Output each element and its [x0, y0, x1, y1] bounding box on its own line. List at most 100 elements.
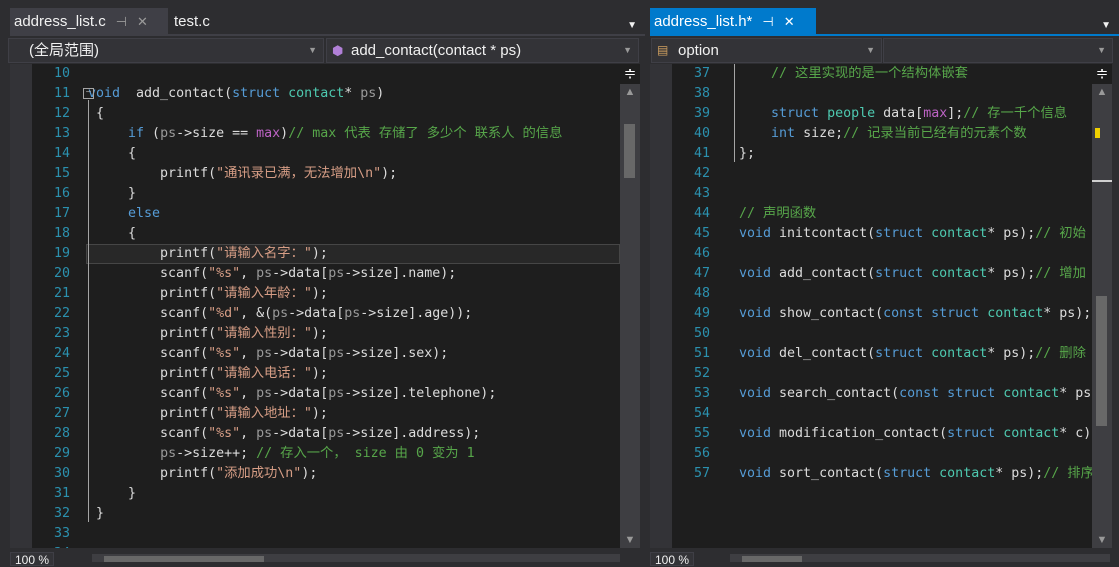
- code-line[interactable]: void sort_contact(struct contact* ps);//…: [739, 464, 1092, 484]
- vertical-scrollbar[interactable]: ≑ ▲ ▼: [620, 64, 640, 548]
- code-token: // 删除: [1035, 346, 1086, 361]
- code-line[interactable]: ps->size++; // 存入一个， size 由 0 变为 1: [88, 444, 475, 464]
- outline-guide: [734, 64, 735, 162]
- code-line[interactable]: void add_contact(struct contact* ps);// …: [739, 264, 1086, 284]
- code-line[interactable]: {: [88, 224, 136, 244]
- tab-list-dropdown-icon[interactable]: ▼: [1101, 20, 1111, 31]
- code-line[interactable]: void show_contact(const struct contact* …: [739, 304, 1091, 324]
- code-token: struct: [931, 306, 980, 321]
- code-line[interactable]: printf("请输入电话：");: [88, 364, 328, 384]
- code-token: ps: [328, 426, 345, 441]
- close-icon[interactable]: ✕: [137, 14, 148, 29]
- splitter-icon[interactable]: ≑: [1092, 64, 1112, 84]
- line-number: 20: [53, 266, 70, 281]
- code-line[interactable]: struct people data[max];// 存一千个信息: [739, 104, 1067, 124]
- code-line[interactable]: scanf("%d", &(ps->data[ps->size].age));: [88, 304, 472, 324]
- collapse-icon[interactable]: −: [83, 88, 94, 99]
- scroll-thumb[interactable]: [104, 556, 264, 562]
- member-dropdown[interactable]: ▼: [883, 38, 1113, 63]
- line-number: 54: [693, 406, 710, 421]
- code-editor[interactable]: 37 // 这里实现的是一个结构体嵌套 38 39 struct people da…: [650, 64, 1092, 548]
- code-line[interactable]: void del_contact(struct contact* ps);// …: [739, 344, 1086, 364]
- code-token: printf(: [88, 246, 217, 261]
- code-token: ps: [160, 126, 177, 141]
- code-line[interactable]: // 这里实现的是一个结构体嵌套: [739, 64, 968, 84]
- code-line[interactable]: {: [88, 144, 136, 164]
- divider: [10, 34, 645, 36]
- zoom-level[interactable]: 100 %: [650, 552, 695, 567]
- tab-address-list-h[interactable]: address_list.h* ⊣ ✕: [650, 8, 816, 36]
- left-editor-pane: address_list.c ⊣ ✕ test.c ▼ (全局范围) ▼ ⬢ add_…: [0, 0, 645, 567]
- code-token: "%s": [208, 266, 241, 281]
- member-label: add_contact(contact * ps): [351, 42, 522, 59]
- scroll-thumb[interactable]: [742, 556, 802, 562]
- splitter-icon[interactable]: ≑: [620, 64, 640, 84]
- code-token: // 声明函数: [739, 206, 817, 221]
- tab-test-c[interactable]: test.c: [170, 8, 210, 36]
- scope-dropdown[interactable]: (全局范围) ▼: [8, 38, 324, 63]
- code-line[interactable]: }: [88, 484, 136, 504]
- scroll-thumb[interactable]: [1096, 296, 1107, 426]
- code-token: struct: [875, 346, 924, 361]
- scroll-down-icon[interactable]: ▼: [1092, 534, 1112, 546]
- chevron-down-icon: ▼: [866, 45, 875, 55]
- code-token: initcontact(: [771, 226, 876, 241]
- scroll-up-icon[interactable]: ▲: [620, 86, 640, 98]
- zoom-level[interactable]: 100 %: [10, 552, 55, 567]
- member-dropdown[interactable]: ⬢ add_contact(contact * ps) ▼: [326, 38, 639, 63]
- code-line[interactable]: printf("通讯录已满，无法增加\n");: [88, 164, 397, 184]
- code-line[interactable]: if (ps->size == max)// max 代表 存储了 多少个 联系…: [88, 124, 562, 144]
- code-token: max: [923, 106, 948, 121]
- code-line[interactable]: void add_contact(struct contact* ps): [88, 84, 384, 104]
- code-token: "%d": [208, 306, 241, 321]
- code-token: contact: [931, 266, 988, 281]
- code-token: );: [311, 406, 328, 421]
- scroll-up-icon[interactable]: ▲: [1092, 86, 1112, 98]
- code-line[interactable]: printf("请输入年龄：");: [88, 284, 328, 304]
- horizontal-scrollbar[interactable]: [92, 554, 620, 562]
- code-token: }: [88, 486, 137, 501]
- line-number: 39: [693, 106, 710, 121]
- code-token: "请输入年龄：": [216, 286, 312, 301]
- code-line[interactable]: }: [88, 504, 104, 524]
- horizontal-scrollbar[interactable]: [730, 554, 1110, 562]
- code-line[interactable]: scanf("%s", ps->data[ps->size].name);: [88, 264, 456, 284]
- line-number: 12: [53, 106, 70, 121]
- line-number: 30: [53, 466, 70, 481]
- code-line[interactable]: scanf("%s", ps->data[ps->size].sex);: [88, 344, 448, 364]
- tab-list-dropdown-icon[interactable]: ▼: [627, 20, 637, 31]
- code-editor[interactable]: 10 11 void add_contact(struct contact* ps)…: [10, 64, 620, 548]
- pin-icon[interactable]: ⊣: [116, 14, 127, 29]
- code-line[interactable]: };: [739, 144, 755, 164]
- code-line[interactable]: printf("请输入名字：");: [88, 244, 328, 264]
- code-token: const: [899, 386, 940, 401]
- code-line[interactable]: printf("请输入地址：");: [88, 404, 328, 424]
- code-line[interactable]: printf("添加成功\n");: [88, 464, 317, 484]
- code-line[interactable]: scanf("%s", ps->data[ps->size].address);: [88, 424, 480, 444]
- code-token: scanf(: [88, 346, 209, 361]
- code-line[interactable]: void search_contact(const struct contact…: [739, 384, 1091, 404]
- scroll-down-icon[interactable]: ▼: [620, 534, 640, 546]
- code-token: );: [381, 166, 398, 181]
- scroll-thumb[interactable]: [624, 124, 635, 178]
- close-icon[interactable]: ✕: [784, 14, 795, 29]
- line-number: 29: [53, 446, 70, 461]
- code-line[interactable]: // 声明函数: [739, 204, 816, 224]
- code-token: "%s": [208, 386, 241, 401]
- code-line[interactable]: }: [88, 184, 136, 204]
- code-token: ps: [272, 306, 289, 321]
- tab-address-list-c[interactable]: address_list.c ⊣ ✕: [10, 8, 168, 36]
- vertical-scrollbar[interactable]: ≑ ▲ ▼: [1092, 64, 1112, 548]
- code-line[interactable]: printf("请输入性别：");: [88, 324, 328, 344]
- code-line[interactable]: int size;// 记录当前已经有的元素个数: [739, 124, 1027, 144]
- code-line[interactable]: void modification_contact(struct contact…: [739, 424, 1091, 444]
- code-line[interactable]: void initcontact(struct contact* ps);// …: [739, 224, 1086, 244]
- line-number: 26: [53, 386, 70, 401]
- line-number: 44: [693, 206, 710, 221]
- code-line[interactable]: else: [88, 204, 160, 224]
- code-token: void: [739, 226, 772, 241]
- code-line[interactable]: scanf("%s", ps->data[ps->size].telephone…: [88, 384, 496, 404]
- scope-dropdown[interactable]: ▤ option ▼: [651, 38, 882, 63]
- code-line[interactable]: {: [88, 104, 104, 124]
- pin-icon[interactable]: ⊣: [762, 14, 773, 29]
